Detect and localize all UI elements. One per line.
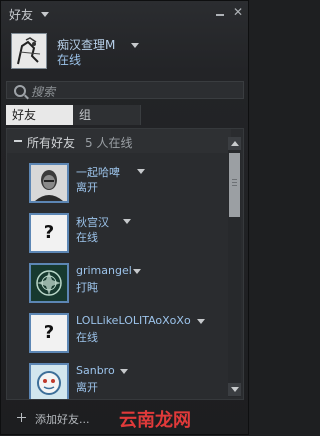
friend-status: 在线: [76, 231, 98, 244]
friend-name: Sanbro: [76, 364, 115, 377]
tab-bar: 好友 组: [6, 105, 244, 125]
default-avatar-question-icon: ?: [29, 213, 69, 253]
search-icon: [14, 85, 26, 97]
friend-name: 一起哈啤: [76, 166, 120, 179]
friend-status: 离开: [76, 381, 98, 394]
friend-name: LOLLikeLOLITAoXoXo: [76, 314, 191, 327]
user-status: 在线: [57, 53, 82, 67]
tab-friends[interactable]: 好友: [6, 105, 73, 125]
friend-menu-caret-icon[interactable]: [123, 219, 131, 224]
user-avatar[interactable]: [11, 33, 47, 69]
user-menu-caret-icon[interactable]: [131, 43, 139, 48]
friend-status: 打盹: [76, 281, 98, 294]
friend-menu-caret-icon[interactable]: [133, 269, 141, 274]
scroll-thumb[interactable]: [229, 153, 240, 217]
scroll-down-arrow-icon[interactable]: [228, 383, 241, 396]
friend-item[interactable]: Sanbro 离开: [7, 359, 231, 399]
friend-avatar: [29, 163, 69, 203]
friend-status: 离开: [76, 181, 98, 194]
search-placeholder: 搜索: [31, 85, 56, 99]
friends-window: 好友 ✕ 痴汉查理M 在线 搜索 好友 组 所有好友 5 人在线 一起哈啤 离开…: [0, 0, 249, 435]
friend-avatar: [29, 263, 69, 303]
friend-status: 在线: [76, 331, 98, 344]
friend-menu-caret-icon[interactable]: [197, 319, 205, 324]
scroll-up-arrow-icon[interactable]: [228, 137, 241, 150]
tab-groups[interactable]: 组: [73, 105, 141, 125]
friends-list: 所有好友 5 人在线 一起哈啤 离开 ? 秋宫汉 在线 grimangel 打盹…: [6, 128, 244, 400]
online-count: 5 人在线: [85, 136, 133, 150]
friend-item[interactable]: grimangel 打盹: [7, 259, 231, 311]
section-header-all-friends[interactable]: 所有好友 5 人在线: [7, 129, 231, 153]
window-title[interactable]: 好友: [9, 6, 33, 23]
plus-icon[interactable]: [17, 413, 26, 422]
friend-avatar: [29, 363, 69, 399]
default-avatar-question-icon: ?: [29, 313, 69, 353]
add-friend-button[interactable]: 添加好友...: [35, 411, 90, 427]
minimize-icon[interactable]: [213, 5, 227, 19]
collapse-icon[interactable]: [14, 140, 22, 142]
friend-item[interactable]: ? LOLLikeLOLITAoXoXo 在线: [7, 309, 231, 361]
title-dropdown-icon[interactable]: [41, 12, 49, 17]
friend-name: grimangel: [76, 264, 132, 277]
friend-item[interactable]: 一起哈啤 离开: [7, 159, 231, 211]
friend-menu-caret-icon[interactable]: [120, 369, 128, 374]
search-input[interactable]: 搜索: [6, 81, 244, 99]
section-title: 所有好友: [27, 136, 76, 150]
friend-menu-caret-icon[interactable]: [137, 169, 145, 174]
friends-scrollbar[interactable]: [228, 137, 241, 397]
friend-item[interactable]: ? 秋宫汉 在线: [7, 209, 231, 261]
title-bar: 好友 ✕: [1, 1, 250, 25]
friend-name: 秋宫汉: [76, 216, 109, 229]
watermark-text: 云南龙网: [119, 410, 191, 431]
close-icon[interactable]: ✕: [231, 5, 245, 19]
